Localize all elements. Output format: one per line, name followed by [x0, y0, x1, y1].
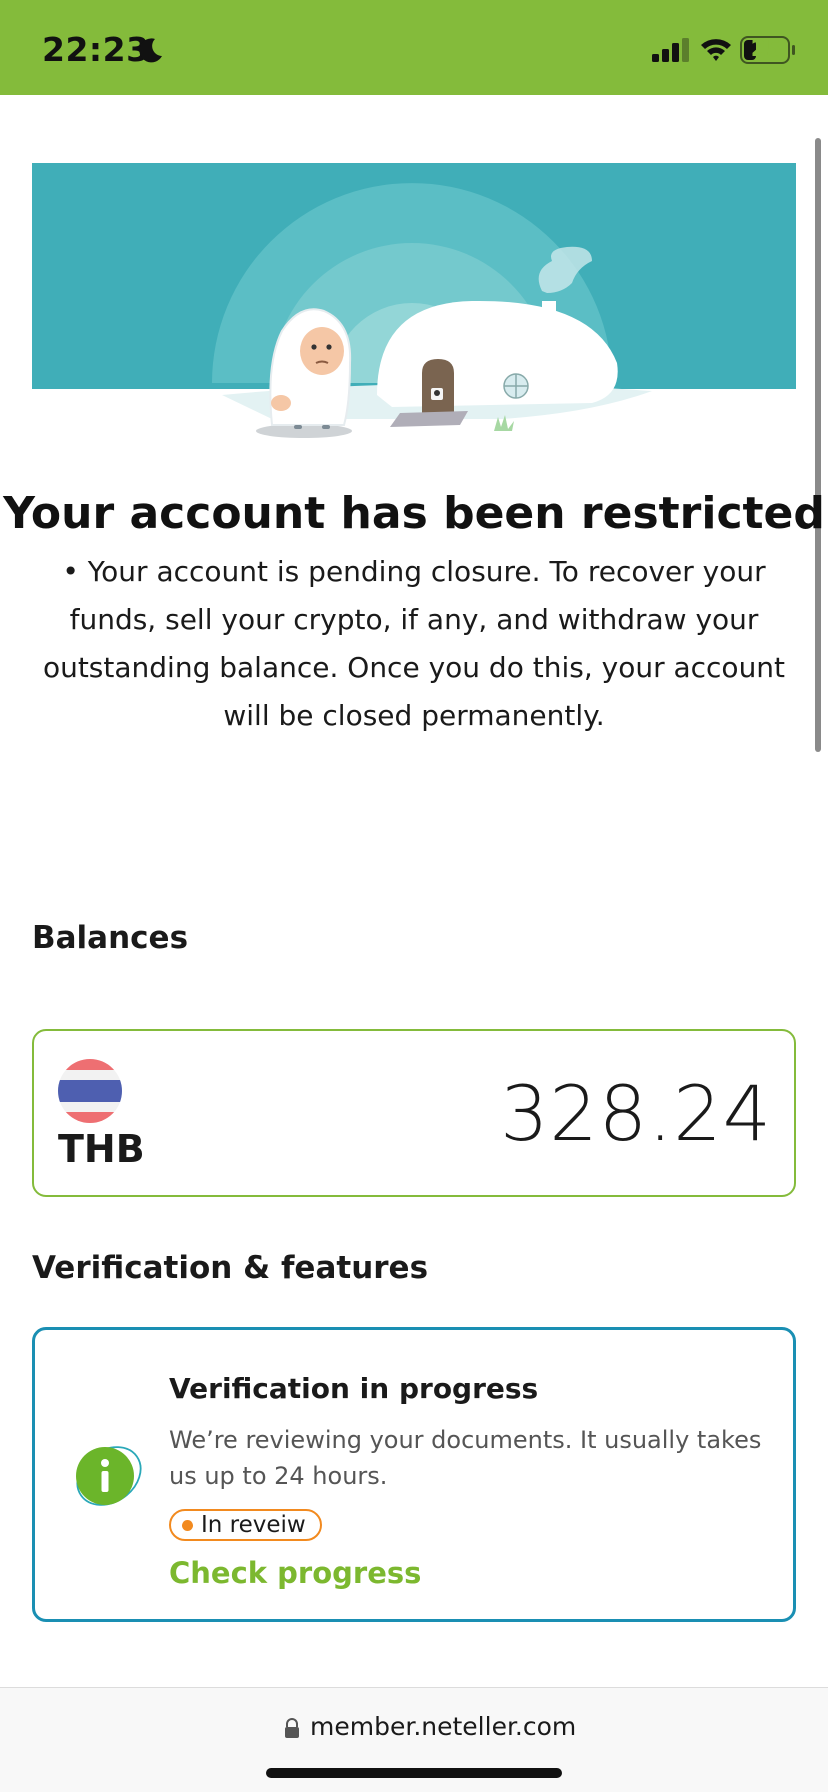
page-title: Your account has been restricted	[3, 488, 825, 539]
status-bar: 22:23 25	[0, 0, 828, 95]
lock-icon	[285, 1718, 299, 1738]
restriction-message: • Your account is pending closure. To re…	[42, 555, 786, 732]
yeti-igloo-illustration	[32, 163, 796, 453]
home-indicator[interactable]	[266, 1768, 562, 1778]
status-badge-label: In reveiw	[201, 1512, 306, 1538]
status-badge: In reveiw	[169, 1509, 322, 1541]
check-progress-link[interactable]: Check progress	[169, 1556, 421, 1590]
signal-icon	[652, 38, 689, 62]
verification-status-title: Verification in progress	[169, 1372, 539, 1405]
battery-level: 25	[750, 37, 782, 62]
balance-amount: 328.24	[500, 1069, 772, 1158]
thailand-flag-icon	[58, 1059, 122, 1123]
status-dot	[182, 1520, 193, 1531]
verification-card[interactable]: Verification in progress We’re reviewing…	[32, 1327, 796, 1622]
url-text[interactable]: member.neteller.com	[310, 1712, 576, 1741]
info-icon	[76, 1446, 142, 1506]
browser-url-bar[interactable]: member.neteller.com	[0, 1687, 828, 1792]
scrollbar[interactable]	[815, 138, 821, 752]
status-time: 22:23	[42, 30, 150, 69]
verification-heading: Verification & features	[32, 1250, 429, 1286]
currency-code: THB	[58, 1127, 145, 1171]
balance-card-thb[interactable]: THB 328.24	[32, 1029, 796, 1197]
balances-heading: Balances	[32, 920, 189, 956]
moon-icon	[139, 38, 162, 63]
wifi-icon	[701, 39, 731, 61]
verification-description: We’re reviewing your documents. It usual…	[169, 1426, 762, 1490]
